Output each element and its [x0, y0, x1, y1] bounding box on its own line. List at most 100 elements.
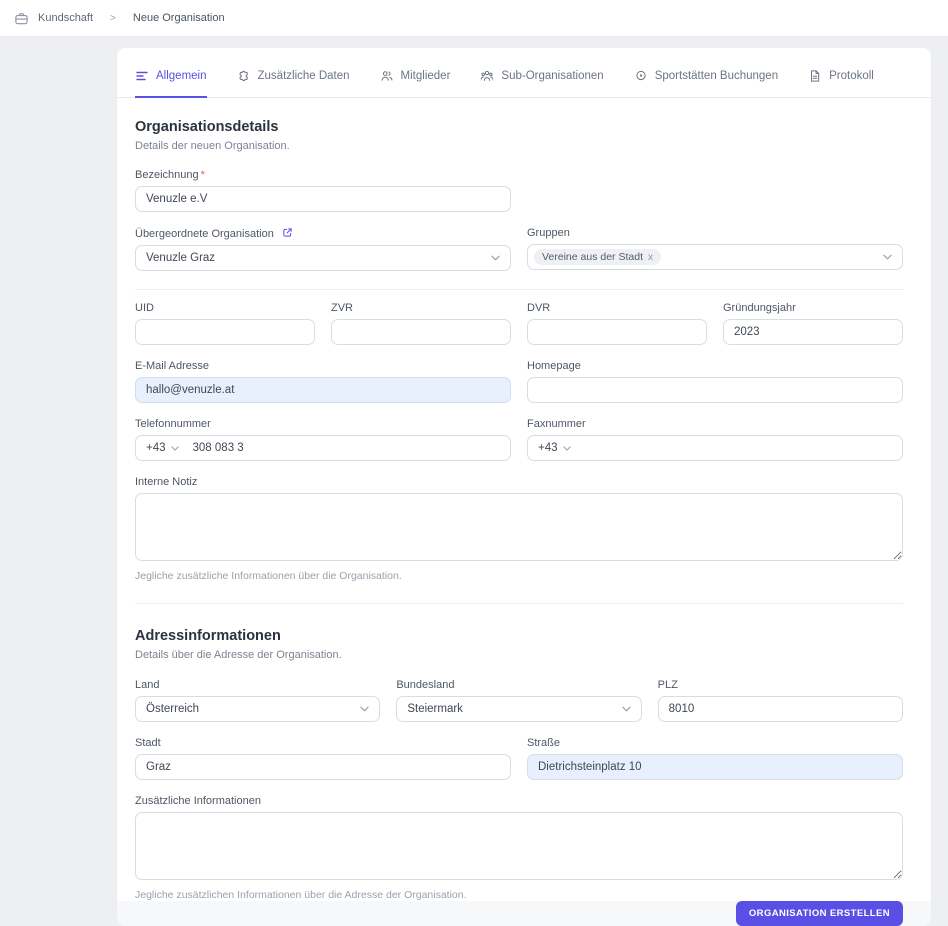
- fax-label: Faxnummer: [527, 418, 586, 430]
- chevron-down-icon[interactable]: [562, 445, 571, 451]
- interne-notiz-label: Interne Notiz: [135, 476, 198, 488]
- external-link-icon[interactable]: [282, 227, 293, 238]
- users-icon: [380, 69, 394, 83]
- tab-bar: Allgemein Zusätzliche Daten Mitglieder S…: [117, 48, 931, 98]
- field-faxnummer: Faxnummer +43: [527, 418, 903, 461]
- chip-label: Vereine aus der Stadt: [542, 251, 643, 263]
- tab-sportstaetten-buchungen[interactable]: Sportstätten Buchungen: [634, 69, 778, 98]
- email-label: E-Mail Adresse: [135, 360, 209, 372]
- land-select[interactable]: Österreich: [135, 696, 381, 722]
- stadt-input[interactable]: [135, 754, 511, 780]
- row-phone-fax: Telefonnummer +43 Faxnummer +43: [135, 418, 903, 461]
- email-input[interactable]: [135, 377, 511, 403]
- interne-notiz-helper: Jegliche zusätzliche Informationen über …: [135, 570, 402, 582]
- section-subtitle: Details der neuen Organisation.: [135, 140, 290, 152]
- divider: [135, 603, 903, 604]
- field-dvr: DVR: [527, 302, 707, 345]
- zusatz-info-helper: Jegliche zusätzlichen Informationen über…: [135, 889, 467, 901]
- tab-protokoll[interactable]: Protokoll: [808, 69, 874, 98]
- row-land-bundesland-plz: Land Österreich Bundesland Steiermark PL…: [135, 679, 903, 722]
- tab-sub-organisationen[interactable]: Sub-Organisationen: [480, 69, 604, 98]
- create-organisation-button[interactable]: ORGANISATION ERSTELLEN: [735, 901, 903, 926]
- telefon-input-group: +43: [135, 435, 511, 461]
- zusatz-info-textarea[interactable]: [135, 812, 903, 880]
- tab-allgemein[interactable]: Allgemein: [135, 69, 207, 98]
- field-interne-notiz: Interne Notiz Jegliche zusätzliche Infor…: [135, 476, 903, 582]
- tab-label: Protokoll: [829, 70, 874, 82]
- land-value: Österreich: [146, 703, 200, 715]
- strasse-label: Straße: [527, 737, 561, 749]
- section-title-organisationsdetails: Organisationsdetails: [135, 119, 279, 135]
- field-telefonnummer: Telefonnummer +43: [135, 418, 511, 461]
- zvr-label: ZVR: [331, 302, 353, 314]
- gruppen-select[interactable]: Vereine aus der Stadt x: [527, 244, 903, 270]
- dvr-input[interactable]: [527, 319, 707, 345]
- tab-zusaetzliche-daten[interactable]: Zusätzliche Daten: [237, 69, 350, 98]
- zvr-input[interactable]: [331, 319, 511, 345]
- gruendungsjahr-input[interactable]: [723, 319, 903, 345]
- field-gruppen: Gruppen Vereine aus der Stadt x: [527, 227, 903, 271]
- field-land: Land Österreich: [135, 679, 381, 722]
- fax-input[interactable]: [584, 442, 892, 454]
- form-content: Organisationsdetails Details der neuen O…: [117, 98, 931, 901]
- chip-remove-icon[interactable]: x: [648, 252, 653, 263]
- field-uid: UID: [135, 302, 315, 345]
- chevron-down-icon: [360, 706, 370, 712]
- uid-label: UID: [135, 302, 154, 314]
- tab-label: Sub-Organisationen: [501, 70, 604, 82]
- field-bundesland: Bundesland Steiermark: [396, 679, 642, 722]
- parent-org-label: Übergeordnete Organisation: [135, 227, 511, 241]
- field-zvr: ZVR: [331, 302, 511, 345]
- plz-label: PLZ: [657, 679, 678, 691]
- field-gruendungsjahr: Gründungsjahr: [723, 302, 903, 345]
- tab-label: Mitglieder: [400, 70, 451, 82]
- field-plz: PLZ: [657, 679, 903, 722]
- document-icon: [808, 69, 822, 83]
- dvr-label: DVR: [527, 302, 551, 314]
- uid-input[interactable]: [135, 319, 315, 345]
- telefon-country-code[interactable]: +43: [146, 442, 166, 454]
- briefcase-icon: [14, 11, 29, 26]
- gruendungsjahr-label: Gründungsjahr: [723, 302, 796, 314]
- required-asterisk: *: [200, 169, 205, 181]
- breadcrumb-root[interactable]: Kundschaft: [38, 12, 93, 24]
- card-footer: ORGANISATION ERSTELLEN: [117, 901, 931, 926]
- row-email-homepage: E-Mail Adresse Homepage: [135, 360, 903, 403]
- chevron-down-icon[interactable]: [170, 445, 179, 451]
- breadcrumb: Kundschaft > Neue Organisation: [0, 0, 948, 37]
- bundesland-select[interactable]: Steiermark: [396, 696, 642, 722]
- telefon-label: Telefonnummer: [135, 418, 211, 430]
- chevron-down-icon: [621, 706, 631, 712]
- field-zusaetzliche-informationen: Zusätzliche Informationen Jegliche zusät…: [135, 795, 903, 901]
- strasse-input[interactable]: [527, 754, 903, 780]
- fax-country-code[interactable]: +43: [538, 442, 558, 454]
- gruppen-chip: Vereine aus der Stadt x: [534, 249, 661, 265]
- tab-label: Zusätzliche Daten: [257, 70, 350, 82]
- field-uebergeordnete-organisation: Übergeordnete Organisation Venuzle Graz: [135, 227, 511, 271]
- parent-org-value: Venuzle Graz: [146, 252, 216, 264]
- plz-input[interactable]: [657, 696, 903, 722]
- row-parent-gruppen: Übergeordnete Organisation Venuzle Graz: [135, 227, 903, 271]
- bundesland-value: Steiermark: [407, 703, 463, 715]
- tab-label: Allgemein: [156, 70, 207, 82]
- section-title-adressinformationen: Adressinformationen: [135, 628, 281, 644]
- parent-org-select[interactable]: Venuzle Graz: [135, 245, 511, 271]
- field-homepage: Homepage: [527, 360, 903, 403]
- location-icon: [634, 69, 648, 83]
- homepage-label: Homepage: [527, 360, 581, 372]
- field-bezeichnung: Bezeichnung *: [135, 169, 511, 212]
- tab-mitglieder[interactable]: Mitglieder: [380, 69, 451, 98]
- bundesland-label: Bundesland: [396, 679, 455, 691]
- puzzle-icon: [237, 69, 251, 83]
- gruppen-label: Gruppen: [527, 227, 570, 239]
- homepage-input[interactable]: [527, 377, 903, 403]
- bezeichnung-input[interactable]: [135, 186, 511, 212]
- zusatz-info-label: Zusätzliche Informationen: [135, 795, 261, 807]
- list-lines-icon: [135, 69, 149, 83]
- section-subtitle: Details über die Adresse der Organisatio…: [135, 649, 342, 661]
- field-stadt: Stadt: [135, 737, 511, 780]
- interne-notiz-textarea[interactable]: [135, 493, 903, 561]
- breadcrumb-current: Neue Organisation: [132, 12, 225, 24]
- telefon-input[interactable]: [192, 442, 500, 454]
- row-registry-numbers: UID ZVR DVR Gründungsjahr: [135, 302, 903, 345]
